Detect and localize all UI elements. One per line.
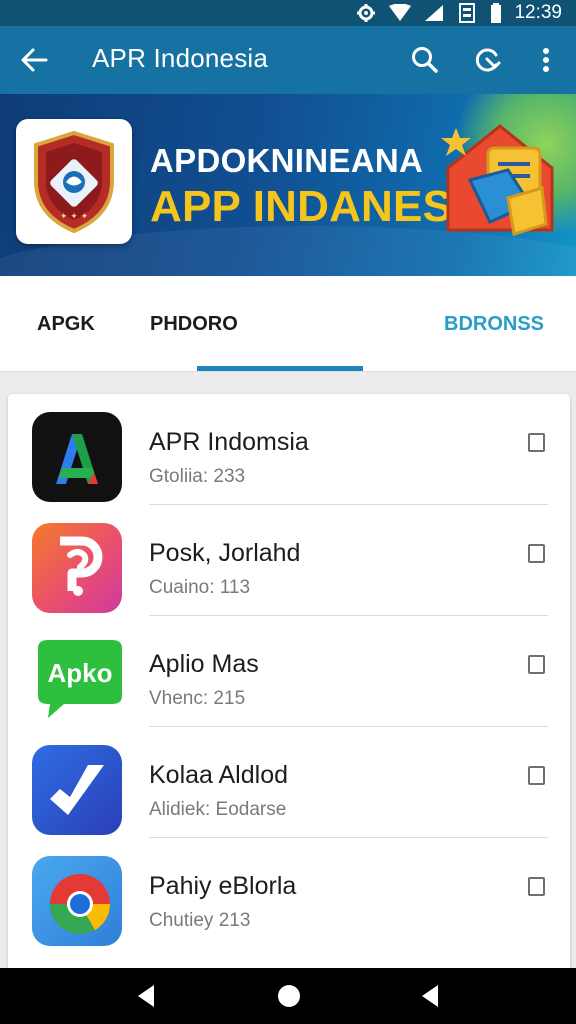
list-item[interactable]: Kolaa Aldlod Alidiek: Eodarse: [8, 727, 570, 838]
svg-text:✦ ✦ ✦: ✦ ✦ ✦: [60, 212, 89, 222]
wifi-icon: [389, 4, 412, 21]
select-checkbox[interactable]: [528, 433, 545, 452]
select-checkbox[interactable]: [528, 877, 545, 896]
settings-gear-icon: [357, 4, 376, 22]
nav-back-icon[interactable]: [134, 983, 158, 1009]
tab-apgk[interactable]: APGK: [37, 313, 95, 336]
list-item[interactable]: Posk, Jorlahd Cuaino: 113: [8, 505, 570, 616]
status-bar: 12:39: [0, 0, 576, 26]
app-name: Posk, Jorlahd: [149, 539, 301, 567]
banner-headline-top: APDOKNINEANA: [150, 142, 424, 179]
more-vert-icon[interactable]: [530, 44, 562, 76]
list-item[interactable]: Pahiy eBlorla Chutiey 213: [8, 838, 570, 949]
select-checkbox[interactable]: [528, 544, 545, 563]
app-subtitle: Gtoliia: 233: [149, 466, 246, 487]
select-checkbox[interactable]: [528, 766, 545, 785]
arrow-back-icon[interactable]: [18, 44, 50, 76]
apko-chat-app-icon: Apko: [32, 634, 122, 724]
house-folder-illustration: [441, 124, 554, 236]
app-name: APR Indomsia: [149, 428, 309, 456]
tab-indicator: [197, 366, 363, 371]
promo-banner[interactable]: ✦ ✦ ✦ APDOKNINEANA APP INDANESIA: [0, 94, 576, 276]
app-bar-title: APR Indonesia: [92, 43, 269, 73]
nav-home-icon[interactable]: [276, 983, 302, 1009]
refresh-search-icon[interactable]: [472, 44, 504, 76]
chrome-like-app-icon: [32, 856, 122, 946]
select-checkbox[interactable]: [528, 655, 545, 674]
status-icons: 12:39: [356, 2, 562, 24]
search-icon[interactable]: [409, 44, 441, 76]
nav-recents-icon[interactable]: [418, 983, 442, 1009]
p-question-app-icon: [32, 523, 122, 613]
app-subtitle: Alidiek: Eodarse: [149, 799, 287, 820]
check-swoosh-app-icon: [32, 745, 122, 835]
app-list: APR Indomsia Gtoliia: 233 Posk, Jorlahd …: [8, 394, 570, 974]
app-name: Aplio Mas: [149, 650, 259, 678]
signal-icon: [425, 5, 444, 21]
app-subtitle: Vhenc: 215: [149, 688, 246, 709]
status-time: 12:39: [514, 2, 562, 23]
tab-bdronss[interactable]: BDRONSS: [444, 313, 544, 336]
letter-a-app-icon: [32, 412, 122, 502]
app-subtitle: Chutiey 213: [149, 910, 251, 931]
tab-phdoro[interactable]: PHDORO: [150, 313, 238, 336]
list-item[interactable]: APR Indomsia Gtoliia: 233: [8, 394, 570, 505]
list-item[interactable]: Apko Aplio Mas Vhenc: 215: [8, 616, 570, 727]
data-icon: [459, 3, 476, 23]
shield-emblem-icon: ✦ ✦ ✦: [34, 130, 114, 234]
battery-icon: [491, 3, 502, 23]
app-name: Pahiy eBlorla: [149, 872, 297, 900]
app-logo-card: ✦ ✦ ✦: [16, 119, 132, 244]
app-name: Kolaa Aldlod: [149, 761, 289, 789]
apko-icon-text: Apko: [48, 658, 113, 688]
tab-bar: APGK PHDORO BDRONSS: [0, 276, 576, 372]
system-nav-bar: [0, 968, 576, 1024]
app-subtitle: Cuaino: 113: [149, 577, 251, 598]
app-bar: APR Indonesia: [0, 26, 576, 94]
